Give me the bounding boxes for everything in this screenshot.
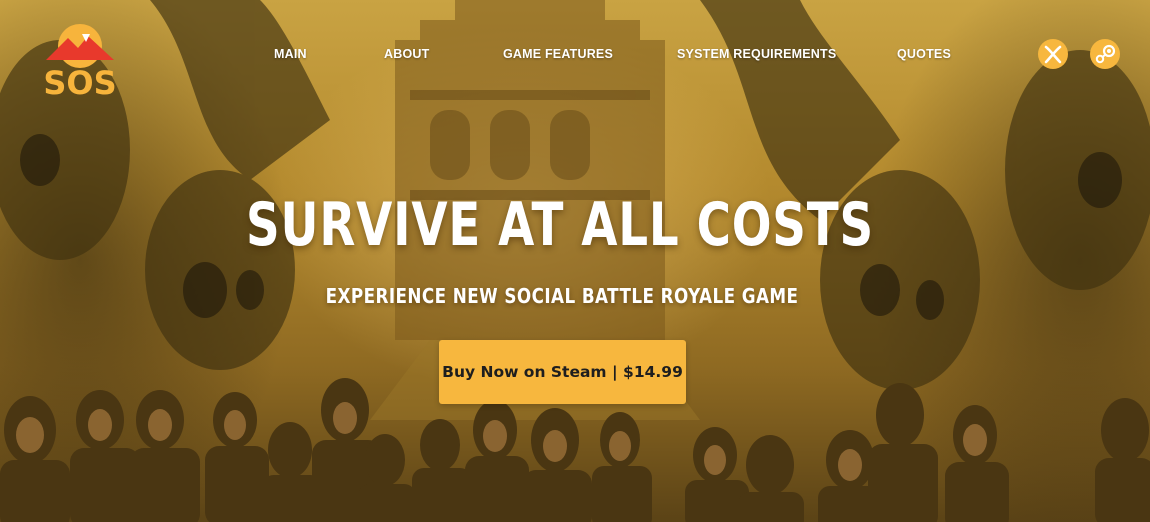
nav-item-main[interactable]: MAIN bbox=[274, 47, 307, 61]
hero-subheadline: EXPERIENCE NEW SOCIAL BATTLE ROYALE GAME bbox=[325, 284, 799, 308]
logo-text: SOS bbox=[43, 64, 116, 98]
xbox-icon[interactable] bbox=[1037, 38, 1069, 70]
hero-headline: SURVIVE AT ALL COSTS bbox=[246, 190, 874, 260]
jungle-temple-artwork bbox=[0, 0, 1150, 522]
buy-now-steam-button[interactable]: Buy Now on Steam | $14.99 bbox=[439, 340, 686, 404]
nav-item-system-requirements[interactable]: SYSTEM REQUIREMENTS bbox=[677, 47, 836, 61]
nav-item-quotes[interactable]: QUOTES bbox=[897, 47, 951, 61]
nav-item-about[interactable]: ABOUT bbox=[384, 47, 429, 61]
main-nav: MAIN ABOUT GAME FEATURES SYSTEM REQUIREM… bbox=[0, 47, 1150, 65]
nav-item-game-features[interactable]: GAME FEATURES bbox=[503, 47, 613, 61]
hero-background bbox=[0, 0, 1150, 522]
steam-icon[interactable] bbox=[1089, 38, 1121, 70]
